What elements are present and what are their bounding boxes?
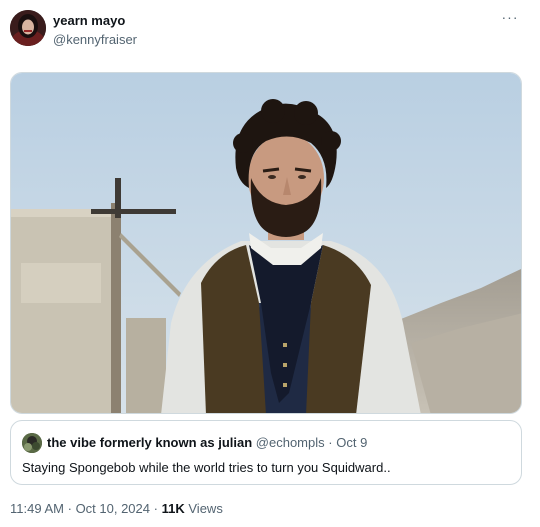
author-name[interactable]: yearn mayo (53, 13, 125, 28)
views-count[interactable]: 11K (162, 501, 185, 516)
quoted-header: the vibe formerly known as julian @echom… (47, 435, 367, 450)
tweet-time[interactable]: 11:49 AM (10, 501, 64, 516)
separator-dot: · (328, 435, 333, 450)
quoted-author-name[interactable]: the vibe formerly known as julian (47, 435, 252, 450)
tweet-photo[interactable] (10, 72, 522, 414)
tweet: yearn mayo @kennyfraiser ··· the vibe fo… (0, 0, 540, 527)
views-label: Views (188, 501, 223, 516)
tweet-date[interactable]: Oct 10, 2024 (76, 501, 150, 516)
quoted-tweet[interactable]: the vibe formerly known as julian @echom… (10, 420, 522, 485)
tweet-meta: 11:49 AM · Oct 10, 2024 · 11K Views (10, 501, 223, 516)
three-dots-icon[interactable]: ··· (498, 10, 522, 30)
quoted-text: Staying Spongebob while the world tries … (22, 460, 391, 475)
separator-dot: · (153, 501, 158, 516)
quoted-date[interactable]: Oct 9 (336, 435, 367, 450)
quoted-author-handle[interactable]: @echompls (256, 435, 325, 450)
quoted-author-avatar[interactable] (22, 433, 42, 453)
author-handle[interactable]: @kennyfraiser (53, 32, 137, 47)
author-avatar[interactable] (10, 10, 46, 46)
separator-dot: · (67, 501, 72, 516)
